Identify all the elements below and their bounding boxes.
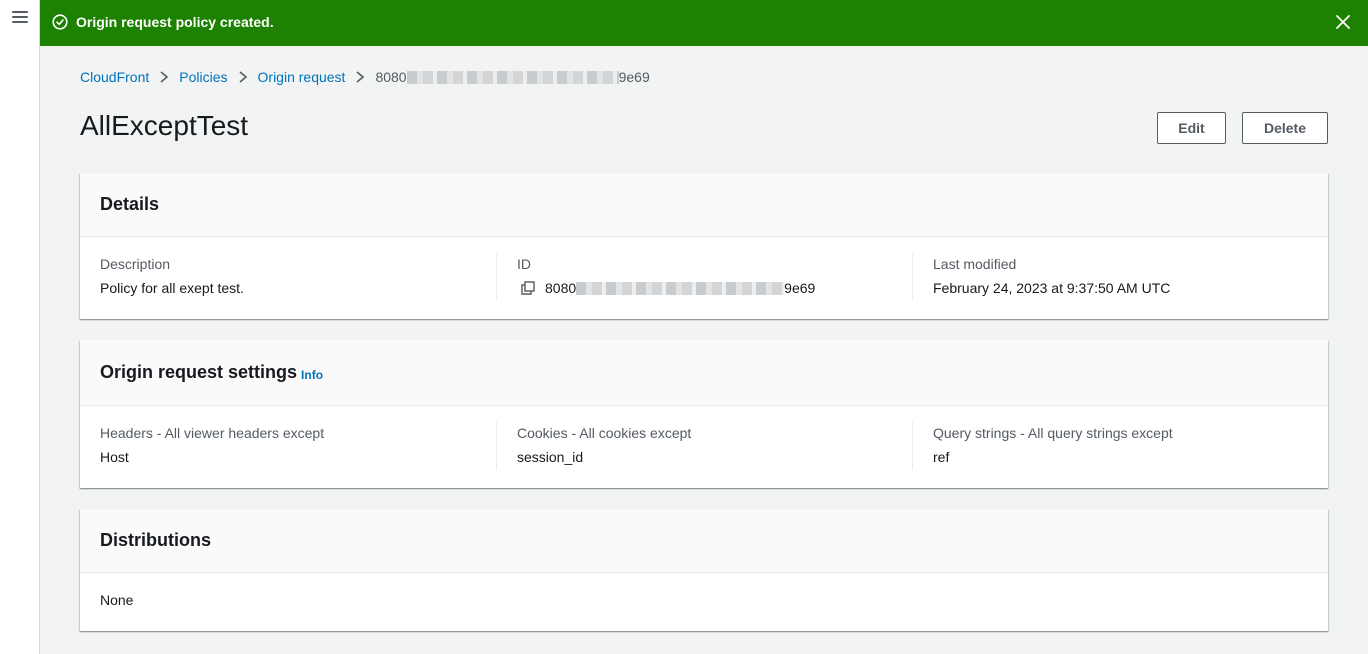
last-modified-label: Last modified [933, 256, 1017, 272]
breadcrumb-origin-request[interactable]: Origin request [258, 69, 346, 85]
hamburger-menu-icon[interactable] [12, 11, 28, 25]
last-modified-field: Last modified February 24, 2023 at 9:37:… [933, 255, 1170, 297]
left-navigation-rail [0, 0, 40, 654]
details-card: Details Description Policy for all exept… [80, 173, 1328, 319]
description-label: Description [100, 256, 171, 272]
column-divider [496, 422, 497, 470]
id-prefix: 8080 [545, 280, 577, 296]
column-divider [496, 253, 497, 301]
flash-message: Origin request policy created. [76, 14, 274, 30]
id-value: 8080 9e69 [517, 279, 815, 297]
id-field: ID 8080 9e69 [517, 255, 815, 297]
cookies-value: session_id [517, 449, 584, 465]
chevron-right-icon [239, 71, 247, 83]
details-card-header: Details [80, 173, 1328, 237]
distributions-card-header: Distributions [80, 509, 1328, 573]
distributions-card: Distributions None [80, 509, 1328, 631]
breadcrumb: CloudFront Policies Origin request 8080 … [80, 68, 650, 86]
id-suffix: 9e69 [784, 280, 816, 296]
details-title: Details [100, 194, 160, 214]
chevron-right-icon [356, 71, 365, 83]
distributions-field: None [100, 591, 133, 609]
success-flash-banner: Origin request policy created. [40, 0, 1368, 46]
headers-field: Headers - All viewer headers except Host [100, 424, 324, 466]
policy-id-prefix: 8080 [375, 69, 407, 85]
breadcrumb-cloudfront[interactable]: CloudFront [80, 69, 149, 85]
chevron-right-icon [160, 71, 169, 83]
query-strings-label: Query strings - All query strings except [933, 425, 1173, 441]
column-divider [912, 422, 913, 470]
info-link[interactable]: Info [301, 368, 323, 382]
breadcrumb-current-policy-id: 8080 9e69 [375, 69, 649, 85]
copy-icon[interactable] [521, 281, 535, 295]
edit-button[interactable]: Edit [1157, 112, 1226, 144]
redacted-id-segment [576, 281, 785, 295]
settings-title: Origin request settings [100, 362, 298, 382]
redacted-id-segment [406, 70, 619, 84]
id-label: ID [517, 256, 531, 272]
page-title: AllExceptTest [80, 110, 249, 141]
query-strings-field: Query strings - All query strings except… [933, 424, 1173, 466]
query-strings-value: ref [933, 449, 950, 465]
success-check-icon [52, 14, 68, 30]
description-value: Policy for all exept test. [100, 280, 244, 296]
breadcrumb-policies[interactable]: Policies [179, 69, 227, 85]
headers-value: Host [100, 449, 129, 465]
close-icon[interactable] [1336, 15, 1350, 29]
settings-card-header: Origin request settings Info [80, 340, 1328, 406]
policy-id-suffix: 9e69 [618, 69, 650, 85]
origin-request-settings-card: Origin request settings Info Headers - A… [80, 340, 1328, 488]
last-modified-value: February 24, 2023 at 9:37:50 AM UTC [933, 280, 1171, 296]
cookies-field: Cookies - All cookies except session_id [517, 424, 691, 466]
distributions-value: None [100, 592, 134, 608]
description-field: Description Policy for all exept test. [100, 255, 244, 297]
headers-label: Headers - All viewer headers except [100, 425, 325, 441]
cookies-label: Cookies - All cookies except [517, 425, 692, 441]
column-divider [912, 253, 913, 301]
distributions-title: Distributions [100, 530, 211, 550]
delete-button[interactable]: Delete [1242, 112, 1328, 144]
